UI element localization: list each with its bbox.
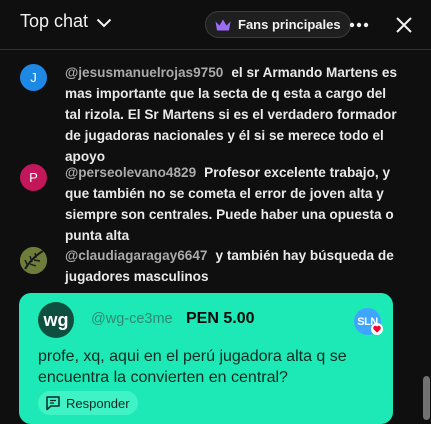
more-vert-icon — [349, 22, 369, 28]
superchat-author[interactable]: @wg-ce3me — [91, 311, 173, 327]
message-author[interactable]: @perseolevano4829 — [65, 165, 196, 180]
fans-principales-label: Fans principales — [238, 17, 341, 32]
message-body: @claudiagaragay6647 y también hay búsqued… — [65, 245, 400, 287]
chat-mode-title: Top chat — [20, 11, 89, 31]
superchat-card: wg @wg-ce3me PEN 5.00 SLN profe, xq, aqu… — [19, 293, 393, 424]
scrollbar-thumb[interactable] — [423, 376, 430, 420]
avatar[interactable] — [20, 247, 47, 274]
more-options-button[interactable] — [347, 15, 371, 35]
avatar[interactable]: P — [20, 164, 47, 191]
fans-principales-button[interactable]: Fans principales — [205, 11, 351, 38]
reply-label: Responder — [66, 395, 130, 411]
crown-icon — [215, 19, 231, 30]
chevron-down-icon — [96, 18, 112, 27]
message-author[interactable]: @claudiagaragay6647 — [65, 248, 207, 263]
comment-icon — [46, 396, 60, 411]
message-body: @jesusmanuelrojas9750 el sr Armando Marte… — [65, 62, 400, 167]
superchat-text: profe, xq, aqui en el perú jugadora alta… — [38, 348, 347, 386]
chat-header: Top chat Fans principales — [0, 0, 431, 50]
reply-button[interactable]: Responder — [38, 391, 138, 415]
chat-mode-dropdown[interactable]: Top chat — [20, 11, 112, 32]
leaf-avatar-image — [20, 247, 47, 274]
superchat-amount: PEN 5.00 — [186, 310, 255, 327]
heart-icon — [371, 323, 383, 335]
avatar[interactable]: J — [20, 64, 47, 91]
close-icon — [396, 17, 412, 33]
avatar[interactable]: wg — [38, 302, 74, 338]
message-body: @perseolevano4829 Profesor excelente trab… — [65, 162, 400, 246]
message-author[interactable]: @jesusmanuelrojas9750 — [65, 65, 223, 80]
close-button[interactable] — [392, 13, 416, 37]
